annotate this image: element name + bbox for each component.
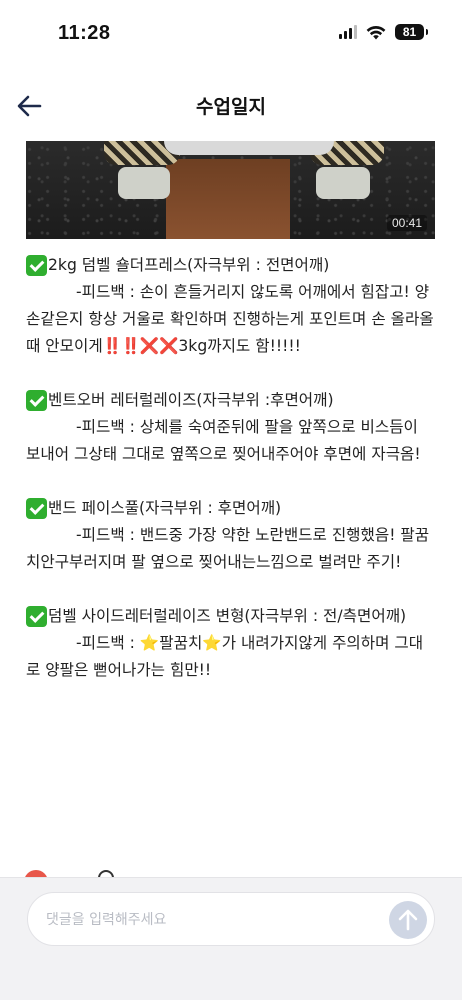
cross-mark-icon: ❌❌ <box>139 337 179 355</box>
exercise-section: 덤벨 사이드레터럴레이즈 변형(자극부위 : 전/측면어깨) -피드백 : ⭐팔… <box>26 603 436 684</box>
exercise-title: 벤트오버 레터럴레이즈(자극부위 :후면어깨) <box>26 387 436 414</box>
video-bench <box>166 159 290 239</box>
exercise-title: 밴드 페이스풀(자극부위 : 후면어깨) <box>26 495 436 522</box>
video-stand <box>316 167 370 199</box>
comment-input[interactable] <box>46 906 376 934</box>
feedback-text-end: 3kg까지도 함!!!!! <box>178 337 301 355</box>
check-mark-icon <box>26 498 47 519</box>
wifi-icon <box>366 25 386 39</box>
video-player[interactable]: 00:41 <box>26 141 435 239</box>
check-mark-icon <box>26 606 47 627</box>
star-icon: ⭐ <box>139 634 160 652</box>
exercise-section: 2kg 덤벨 숄더프레스(자극부위 : 전면어깨) -피드백 : 손이 흔들거리… <box>26 252 436 360</box>
send-button[interactable] <box>389 901 427 939</box>
video-shirt <box>164 141 334 155</box>
feedback-text: -피드백 : <box>76 634 140 652</box>
battery-icon: 81 <box>395 24 428 40</box>
exercise-section: 밴드 페이스풀(자극부위 : 후면어깨) -피드백 : 밴드중 가장 약한 노란… <box>26 495 436 576</box>
feedback-text: 팔꿈치 <box>159 634 203 652</box>
exercise-feedback: -피드백 : 밴드중 가장 약한 노란밴드로 진행했음! 팔꿈치안구부러지며 팔… <box>26 526 430 571</box>
exercise-title-text: 2kg 덤벨 숄더프레스(자극부위 : 전면어깨) <box>48 256 330 274</box>
video-duration: 00:41 <box>386 215 427 231</box>
nav-bar: 수업일지 <box>0 80 462 130</box>
status-bar: 11:28 81 <box>0 0 462 70</box>
exercise-title: 덤벨 사이드레터럴레이즈 변형(자극부위 : 전/측면어깨) <box>26 603 436 630</box>
star-icon: ⭐ <box>202 634 222 652</box>
exercise-title-text: 벤트오버 레터럴레이즈(자극부위 :후면어깨) <box>48 391 334 409</box>
check-mark-icon <box>26 390 47 411</box>
status-time: 11:28 <box>58 22 111 44</box>
double-exclamation-icon: ‼️‼️ <box>102 337 141 355</box>
exercise-feedback: -피드백 : 상체를 숙여준뒤에 팔을 앞쪽으로 비스듬이 보내어 그상태 그대… <box>26 418 421 463</box>
exercise-feedback: -피드백 : 손이 흔들거리지 않도록 어깨에서 힘잡고! 양손같은지 항상 거… <box>26 279 436 360</box>
comment-input-container <box>27 892 435 946</box>
arrow-up-icon <box>398 909 418 931</box>
exercise-title-text: 덤벨 사이드레터럴레이즈 변형(자극부위 : 전/측면어깨) <box>48 607 407 625</box>
video-stand <box>118 167 170 199</box>
exercise-section: 벤트오버 레터럴레이즈(자극부위 :후면어깨) -피드백 : 상체를 숙여준뒤에… <box>26 387 436 468</box>
comment-bar <box>0 877 462 1000</box>
status-icons: 81 <box>339 24 428 40</box>
check-mark-icon <box>26 255 47 276</box>
lesson-log-content: 2kg 덤벨 숄더프레스(자극부위 : 전면어깨) -피드백 : 손이 흔들거리… <box>26 252 436 711</box>
exercise-title-text: 밴드 페이스풀(자극부위 : 후면어깨) <box>48 499 282 517</box>
cellular-signal-icon <box>339 25 357 39</box>
page-title: 수업일지 <box>196 96 266 118</box>
exercise-feedback: -피드백 : ⭐팔꿈치⭐가 내려가지않게 주의하며 그대로 양팔은 뻗어나가는 … <box>26 630 436 684</box>
exercise-title: 2kg 덤벨 숄더프레스(자극부위 : 전면어깨) <box>26 252 436 279</box>
